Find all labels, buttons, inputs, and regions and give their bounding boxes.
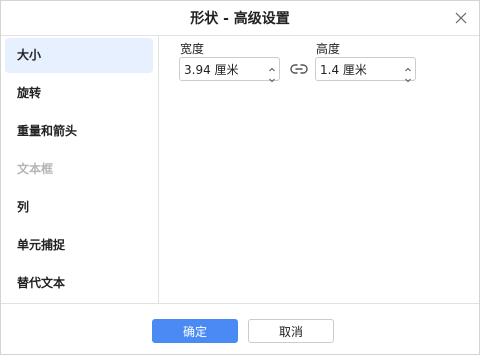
width-increment-button[interactable] bbox=[267, 59, 277, 72]
width-label: 宽度 bbox=[180, 42, 205, 56]
close-button[interactable] bbox=[451, 8, 471, 28]
chevron-down-icon bbox=[269, 78, 275, 83]
height-spinner bbox=[315, 57, 416, 83]
width-input[interactable] bbox=[184, 61, 260, 77]
sidebar-item-cell-snapping[interactable]: 单元捕捉 bbox=[5, 228, 153, 263]
sidebar-item-size[interactable]: 大小 bbox=[5, 38, 153, 73]
width-spinner bbox=[179, 57, 280, 83]
sidebar-item-weights-arrows[interactable]: 重量和箭头 bbox=[5, 114, 153, 149]
size-settings-panel: 宽度 高度 bbox=[159, 36, 479, 303]
settings-sidebar: 大小 旋转 重量和箭头 文本框 列 单元捕捉 替代文本 bbox=[1, 36, 159, 303]
sidebar-item-text-box: 文本框 bbox=[17, 162, 54, 176]
height-spin-arrows bbox=[403, 59, 413, 83]
sidebar-item-columns[interactable]: 列 bbox=[5, 190, 153, 225]
sidebar-item-rotation[interactable]: 旋转 bbox=[5, 76, 153, 111]
link-icon bbox=[290, 64, 308, 74]
dialog-title: 形状 - 高级设置 bbox=[190, 11, 290, 27]
ok-button[interactable]: 确定 bbox=[152, 319, 238, 343]
width-spin-arrows bbox=[267, 59, 277, 83]
height-label: 高度 bbox=[316, 42, 341, 56]
sidebar-item-alt-text[interactable]: 替代文本 bbox=[5, 266, 153, 301]
cancel-button[interactable]: 取消 bbox=[248, 319, 334, 343]
chevron-down-icon bbox=[405, 78, 411, 83]
advanced-settings-dialog: 形状 - 高级设置 大小 旋转 重量和箭头 文本框 列 单元捕捉 替代文本 宽度 bbox=[0, 0, 480, 355]
height-input[interactable] bbox=[320, 61, 396, 77]
link-aspect-ratio-button[interactable] bbox=[290, 61, 308, 77]
height-decrement-button[interactable] bbox=[403, 70, 413, 83]
width-decrement-button[interactable] bbox=[267, 70, 277, 83]
close-icon bbox=[455, 12, 467, 24]
dialog-titlebar: 形状 - 高级设置 bbox=[1, 1, 479, 36]
dialog-footer: 确定 取消 bbox=[1, 303, 479, 355]
height-increment-button[interactable] bbox=[403, 59, 413, 72]
